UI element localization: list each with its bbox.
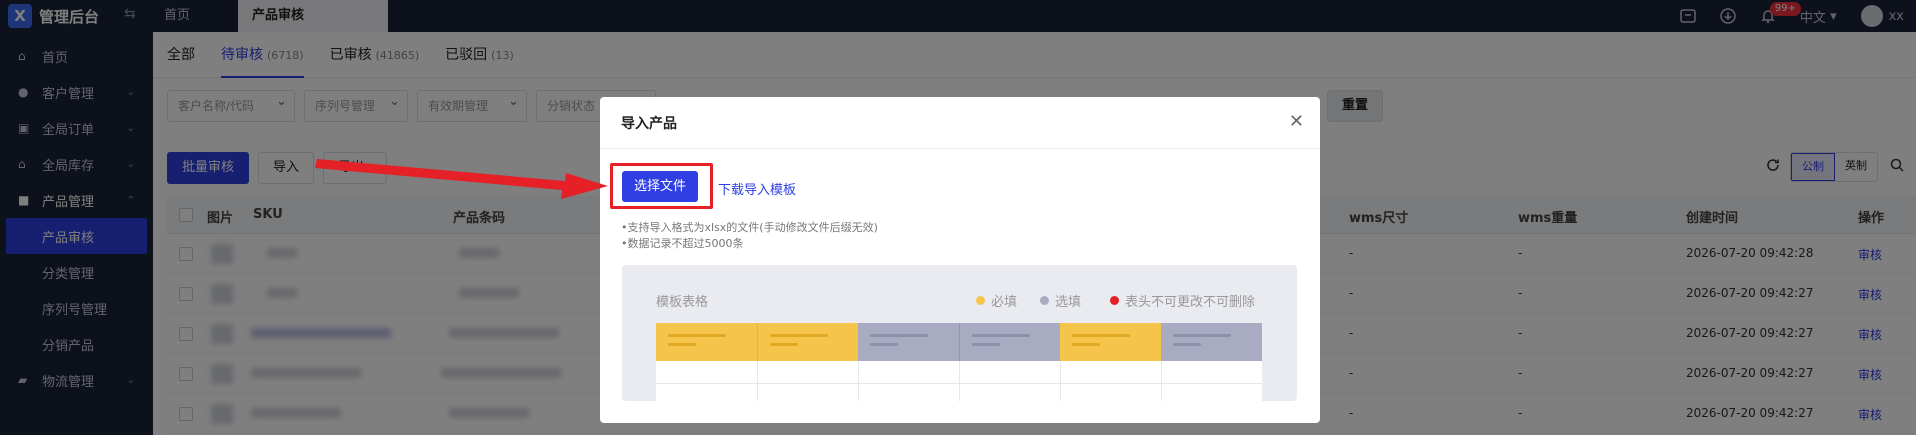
import-product-dialog: 导入产品 ✕ 选择文件 下载导入模板 •支持导入格式为xlsx的文件(手动修改文… [600, 97, 1320, 423]
legend-required: 必填 [976, 291, 1017, 310]
optional-dot-icon [1040, 296, 1049, 305]
template-body [656, 361, 1262, 401]
template-col-optional [1161, 323, 1262, 361]
tip-limit: •数据记录不超过5000条 [621, 237, 744, 250]
template-col-required [656, 323, 757, 361]
dialog-title: 导入产品 [621, 115, 677, 132]
legend-optional: 选填 [1040, 291, 1081, 310]
required-dot-icon [976, 296, 985, 305]
fixed-dot-icon [1110, 296, 1119, 305]
template-col-optional [858, 323, 959, 361]
dialog-header: 导入产品 ✕ [600, 97, 1320, 149]
template-title: 模板表格 [656, 295, 709, 310]
download-template-link[interactable]: 下载导入模板 [718, 179, 796, 198]
template-col-optional [959, 323, 1060, 361]
legend-fixed-header: 表头不可更改不可删除 [1110, 291, 1255, 310]
close-icon[interactable]: ✕ [1289, 111, 1304, 132]
template-preview: 模板表格 必填 选填 表头不可更改不可删除 [622, 265, 1297, 401]
template-col-required [757, 323, 858, 361]
template-col-required [1060, 323, 1161, 361]
tip-format: •支持导入格式为xlsx的文件(手动修改文件后缀无效) [621, 221, 878, 234]
choose-file-button[interactable]: 选择文件 [622, 171, 699, 202]
